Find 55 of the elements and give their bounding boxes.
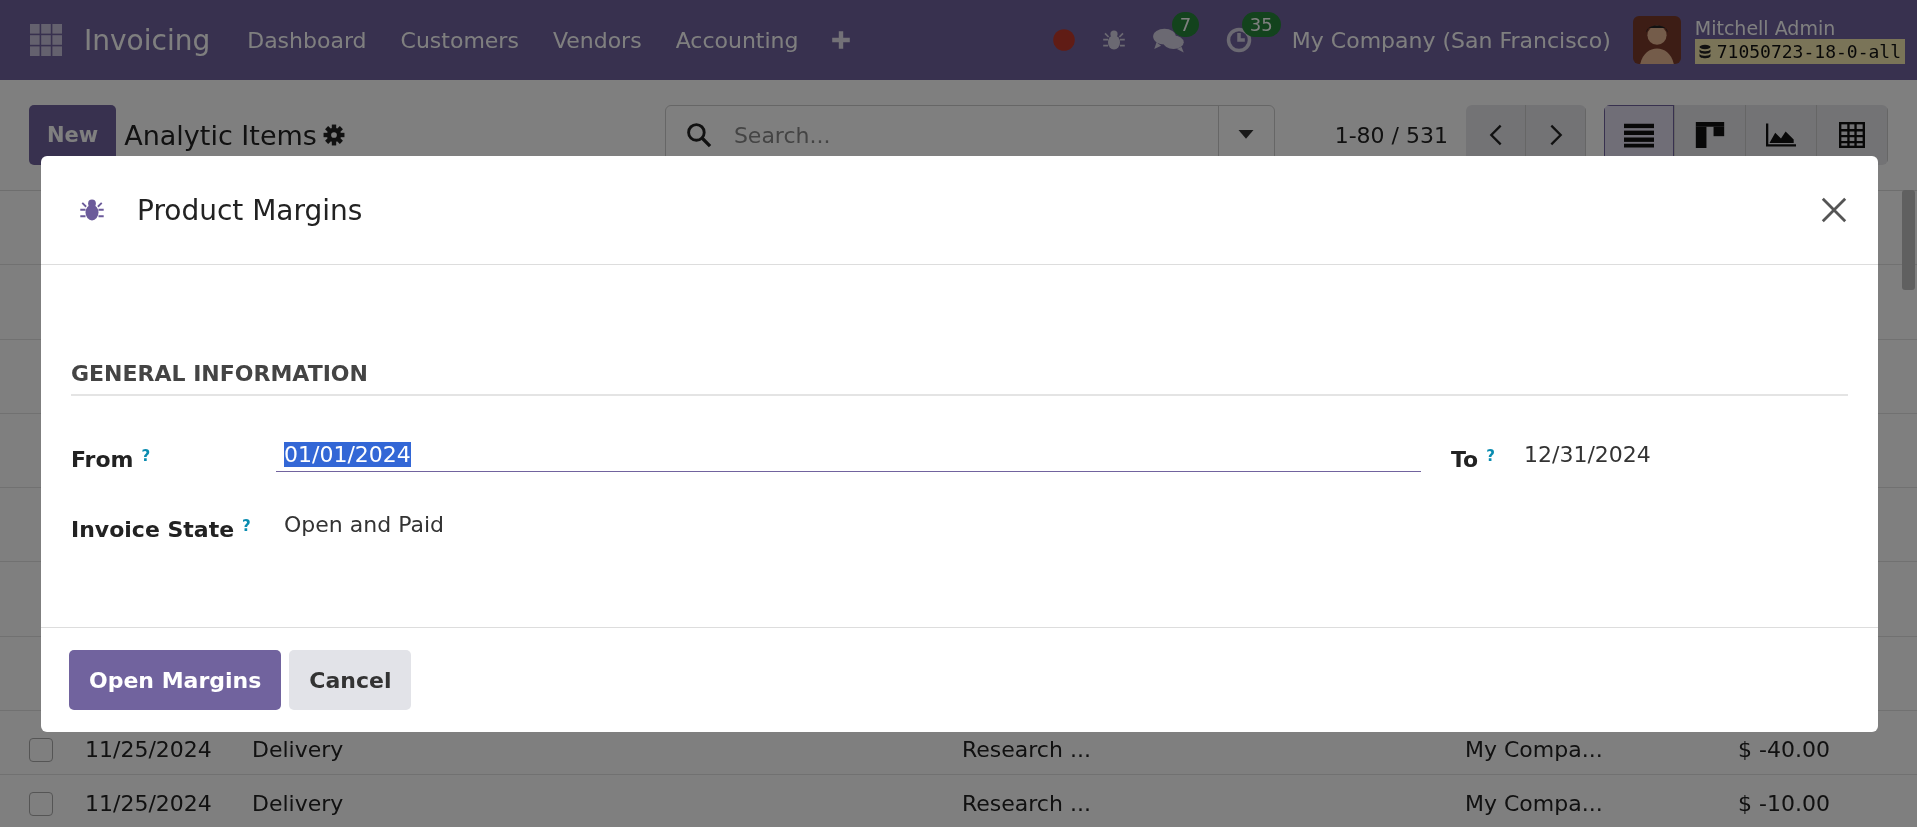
database-name: 71050723-18-0-all: [1716, 40, 1901, 62]
input-field[interactable]: 01/01/2024: [276, 438, 1421, 472]
menu-item[interactable]: Accounting: [675, 27, 799, 53]
table-cell: $ -10.00: [1738, 791, 1830, 817]
activity-count-badge: 35: [1241, 12, 1281, 37]
close-icon[interactable]: [1820, 196, 1848, 224]
bug-icon[interactable]: [1101, 28, 1126, 52]
section-heading: GENERAL INFORMATION: [71, 361, 1848, 396]
menu-item[interactable]: Customers: [400, 27, 519, 53]
table-cell: 11/25/2024: [85, 737, 212, 763]
table-cell: Delivery: [252, 737, 344, 763]
help-tooltip[interactable]: ?: [141, 447, 151, 465]
pager-value[interactable]: 1-80 / 531: [1334, 122, 1448, 148]
table-icon: [1837, 122, 1867, 148]
search-icon: [685, 122, 712, 148]
caret-icon[interactable]: [1238, 130, 1255, 140]
list-icon: [1624, 122, 1654, 148]
table-cell: My Compa...: [1465, 737, 1603, 763]
status-dot-icon[interactable]: [1051, 28, 1076, 52]
page-title: Analytic Items: [124, 119, 317, 151]
input-field[interactable]: 12/31/2024: [1516, 438, 1848, 472]
avatar[interactable]: [1632, 16, 1681, 64]
menu-item[interactable]: Dashboard: [247, 27, 367, 53]
table-cell: 11/25/2024: [85, 791, 212, 817]
help-tooltip[interactable]: ?: [242, 517, 251, 535]
settings-icon[interactable]: [322, 124, 345, 146]
kanban-icon: [1695, 122, 1725, 148]
apps-grid-icon[interactable]: [30, 24, 62, 56]
user-name[interactable]: Mitchell Admin: [1694, 16, 1905, 39]
table-cell: My Compa...: [1465, 791, 1603, 817]
message-count-badge: 7: [1171, 12, 1200, 37]
table-cell: Research ...: [962, 737, 1091, 763]
area-chart-icon: [1766, 122, 1796, 148]
table-cell: Research ...: [962, 791, 1091, 817]
table-cell: Delivery: [252, 791, 344, 817]
company-switcher[interactable]: My Company (San Francisco): [1291, 27, 1611, 53]
bug-icon: [79, 197, 105, 223]
row-checkbox[interactable]: [29, 791, 53, 816]
field-label: From: [71, 447, 134, 472]
field-label: To: [1451, 447, 1479, 472]
database-icon: [1698, 43, 1711, 59]
open-margins-button[interactable]: Open Margins: [69, 650, 282, 710]
menu-item[interactable]: Vendors: [552, 27, 642, 53]
plus-icon[interactable]: [829, 29, 852, 51]
help-tooltip[interactable]: ?: [1486, 447, 1495, 465]
chevron-left-icon: [1488, 123, 1503, 147]
cancel-button[interactable]: Cancel: [289, 650, 412, 710]
chevron-right-icon: [1548, 123, 1563, 147]
app-name[interactable]: Invoicing: [84, 23, 211, 57]
row-checkbox[interactable]: [29, 737, 53, 762]
search-input[interactable]: Search...: [731, 121, 1218, 149]
input-field[interactable]: Open and Paid: [276, 508, 1421, 542]
field-label: Invoice State: [71, 517, 235, 542]
dialog-title: Product Margins: [137, 193, 364, 227]
table-cell: $ -40.00: [1738, 737, 1830, 763]
